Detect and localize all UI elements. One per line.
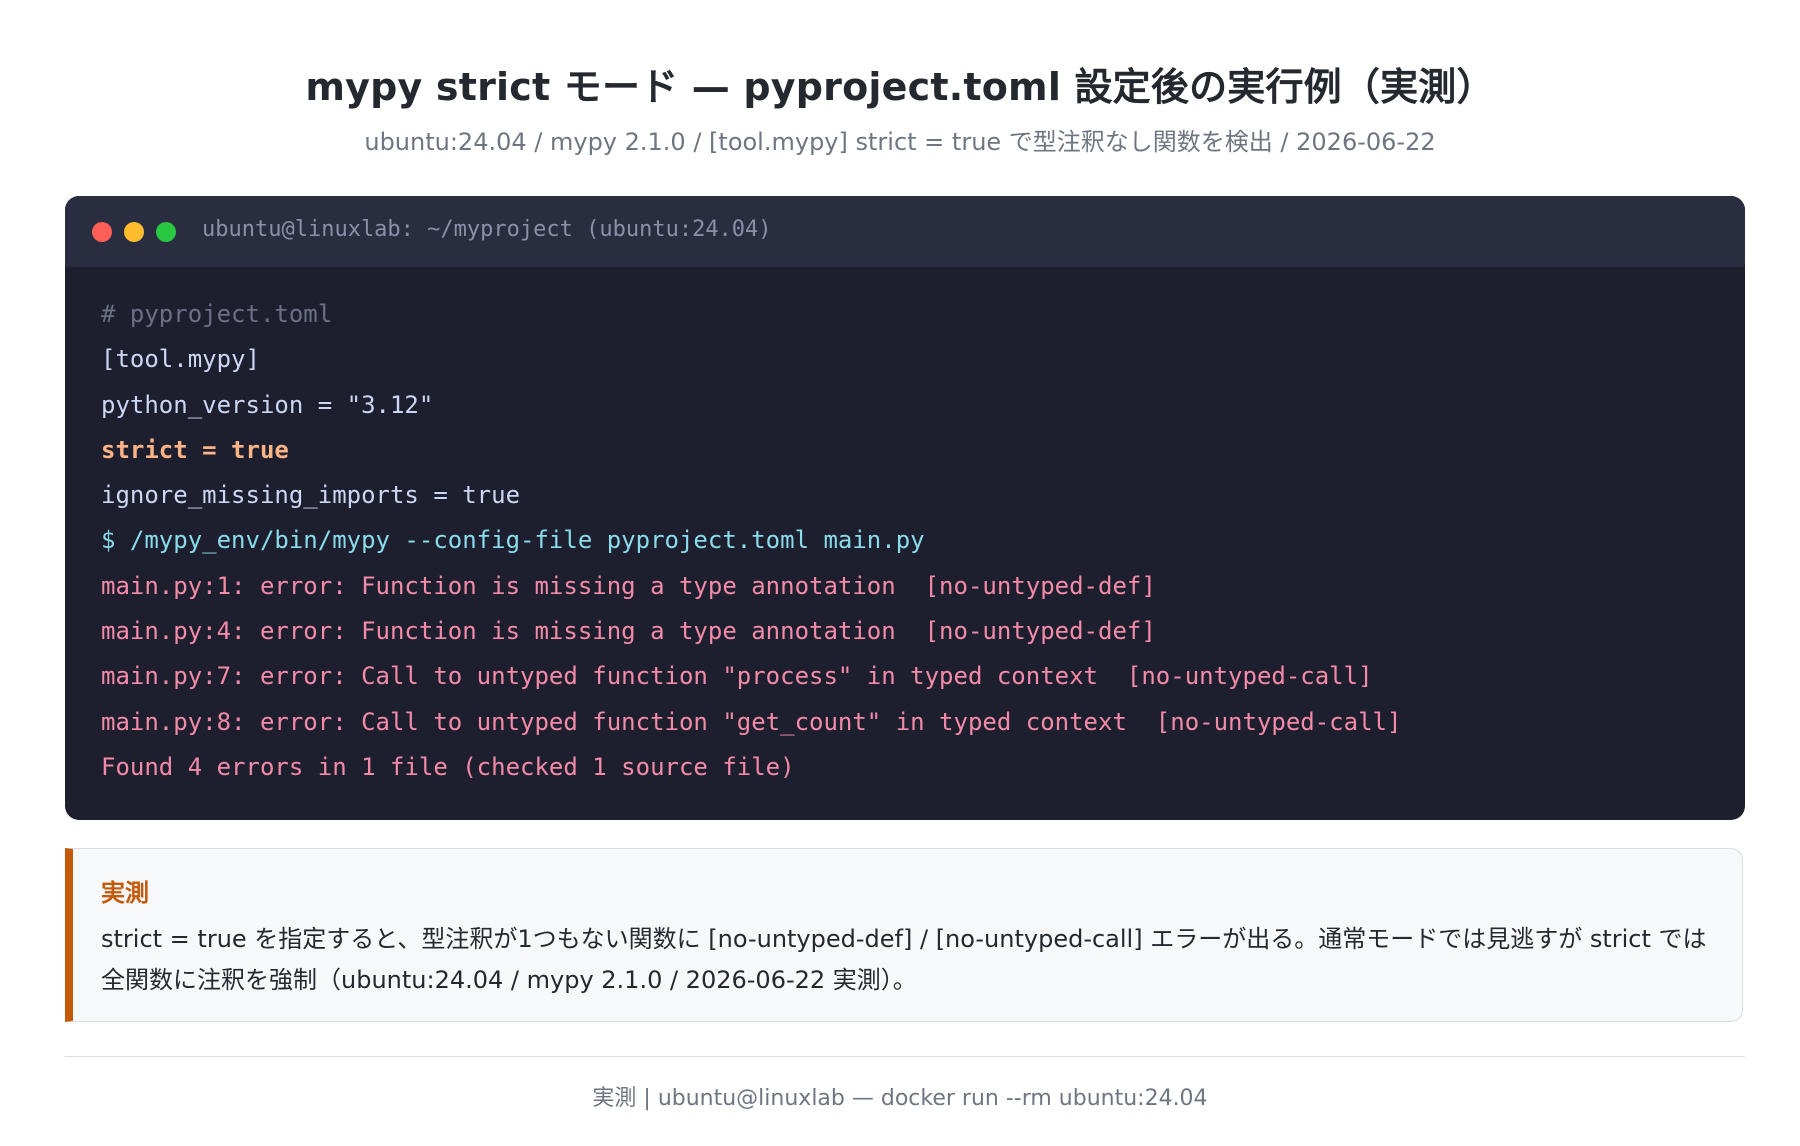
terminal-window: ubuntu@linuxlab: ~/myproject (ubuntu:24.… (65, 196, 1745, 820)
page-subtitle: ubuntu:24.04 / mypy 2.1.0 / [tool.mypy] … (364, 128, 1436, 156)
terminal-line-comment: # pyproject.toml (101, 300, 333, 328)
terminal-line-error: main.py:8: error: Call to untyped functi… (101, 707, 1402, 736)
note-text: strict = true を指定すると、型注釈が1つもない関数に [no-un… (101, 925, 1707, 994)
footer-divider (65, 1056, 1745, 1057)
close-window-icon[interactable] (92, 222, 112, 242)
measurement-note: 実測 strict = true を指定すると、型注釈が1つもない関数に [no… (65, 848, 1743, 1022)
footer-text: 実測 | ubuntu@linuxlab — docker run --rm u… (592, 1086, 1208, 1111)
terminal-line-summary: Found 4 errors in 1 file (checked 1 sour… (101, 752, 795, 781)
page: mypy strict モード — pyproject.toml 設定後の実行例… (0, 0, 1800, 1146)
terminal-line-command: $ /mypy_env/bin/mypy --config-file pypro… (101, 526, 925, 555)
terminal-line-strict: strict = true (101, 435, 289, 464)
terminal-line-ignore-imports: ignore_missing_imports = true (101, 481, 521, 510)
terminal-title-bar: ubuntu@linuxlab: ~/myproject (ubuntu:24.… (65, 196, 1745, 267)
terminal-line-section: [tool.mypy] (101, 345, 260, 374)
page-title: mypy strict モード — pyproject.toml 設定後の実行例… (305, 65, 1495, 109)
terminal-line-error: main.py:7: error: Call to untyped functi… (101, 662, 1373, 691)
maximize-window-icon[interactable] (156, 222, 176, 242)
terminal-line-error: main.py:4: error: Function is missing a … (101, 617, 1156, 646)
terminal-title: ubuntu@linuxlab: ~/myproject (ubuntu:24.… (202, 217, 772, 242)
terminal-line-python-version: python_version = "3.12" (101, 390, 434, 419)
terminal-line-error: main.py:1: error: Function is missing a … (101, 571, 1156, 600)
terminal-output[interactable]: # pyproject.toml [tool.mypy] python_vers… (101, 292, 1725, 790)
note-label: 実測 (101, 879, 149, 907)
minimize-window-icon[interactable] (124, 222, 144, 242)
